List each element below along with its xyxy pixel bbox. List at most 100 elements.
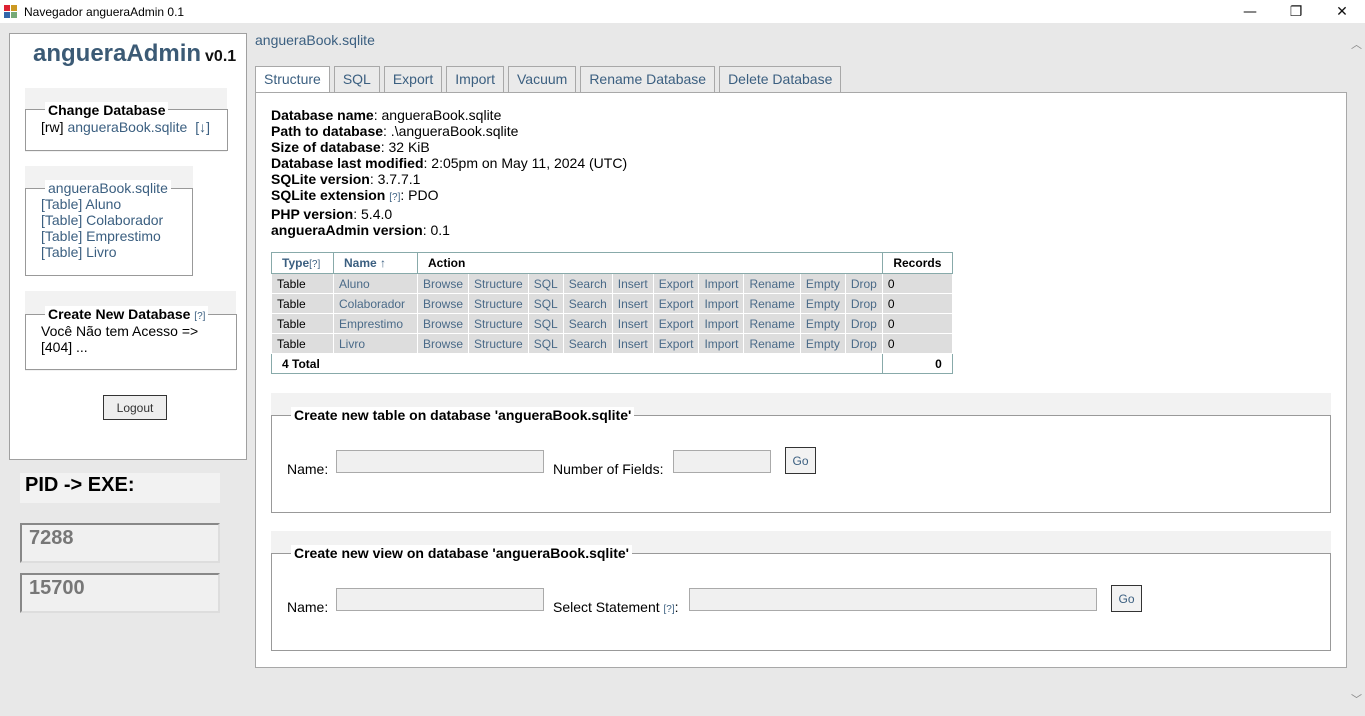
col-header-type[interactable]: Type[?]: [271, 252, 334, 274]
maximize-button[interactable]: ❐: [1273, 0, 1319, 23]
row-action-export-link[interactable]: Export: [652, 293, 700, 314]
tab-import[interactable]: Import: [446, 66, 504, 92]
download-db-link[interactable]: [↓]: [195, 119, 210, 135]
row-action-rename-link[interactable]: Rename: [743, 293, 801, 314]
tables-table: Type[?] Name ↑ Action Records Table Aluno…: [271, 252, 953, 374]
select-statement-help-link[interactable]: [?]: [664, 604, 675, 615]
row-action-rename-link[interactable]: Rename: [743, 273, 801, 294]
table-row: Table Aluno Browse Structure SQL Search Insert…: [271, 273, 953, 294]
total-records: 0: [881, 353, 953, 374]
row-action-export-link[interactable]: Export: [652, 313, 700, 334]
tab-rename-database[interactable]: Rename Database: [580, 66, 716, 92]
main-panel: Database name: angueraBook.sqlite Path t…: [255, 92, 1347, 668]
row-action-sql-link[interactable]: SQL: [527, 313, 564, 334]
row-action-empty-link[interactable]: Empty: [799, 333, 846, 354]
row-action-drop-link[interactable]: Drop: [844, 333, 883, 354]
create-view-go-button[interactable]: Go: [1111, 585, 1142, 612]
row-action-empty-link[interactable]: Empty: [799, 273, 846, 294]
info-anguera-version: angueraAdmin version: 0.1: [271, 222, 450, 238]
row-action-empty-link[interactable]: Empty: [799, 293, 846, 314]
create-view-name-input[interactable]: [336, 588, 544, 611]
row-action-search-link[interactable]: Search: [562, 313, 613, 334]
tab-delete-database[interactable]: Delete Database: [719, 66, 842, 92]
table-link-emprestimo[interactable]: [Table] Emprestimo: [41, 228, 163, 244]
create-view-name-label: Name:: [287, 599, 329, 615]
app-icon: [4, 4, 18, 19]
row-action-browse-link[interactable]: Browse: [416, 293, 470, 314]
pid-value-1: 7288: [20, 523, 220, 563]
sqlite-extension-help-link[interactable]: [?]: [389, 192, 400, 203]
row-action-structure-link[interactable]: Structure: [468, 273, 529, 294]
row-name-link[interactable]: Aluno: [333, 273, 418, 294]
tab-sql[interactable]: SQL: [333, 66, 380, 92]
scroll-down-icon[interactable]: ﹀: [1348, 690, 1365, 707]
row-action-export-link[interactable]: Export: [652, 273, 700, 294]
tables-db-link[interactable]: angueraBook.sqlite: [45, 180, 171, 196]
row-action-insert-link[interactable]: Insert: [611, 313, 654, 334]
row-name-link[interactable]: Colaborador: [333, 293, 418, 314]
create-table-section: Create new table on database 'angueraBoo…: [271, 393, 1331, 513]
row-action-browse-link[interactable]: Browse: [416, 273, 470, 294]
row-action-drop-link[interactable]: Drop: [844, 293, 883, 314]
row-type: Table: [271, 293, 334, 314]
row-name-link[interactable]: Livro: [333, 333, 418, 354]
logout-button[interactable]: Logout: [103, 395, 167, 420]
row-action-import-link[interactable]: Import: [698, 313, 745, 334]
row-action-browse-link[interactable]: Browse: [416, 313, 470, 334]
table-row: Table Colaborador Browse Structure SQL Search…: [271, 293, 953, 314]
create-db-box: Você Não tem Acesso => [404] ...: [25, 314, 237, 370]
row-action-search-link[interactable]: Search: [562, 293, 613, 314]
row-action-browse-link[interactable]: Browse: [416, 333, 470, 354]
logo-version: v0.1: [205, 48, 237, 65]
table-link-aluno[interactable]: [Table] Aluno: [41, 196, 163, 212]
db-select-link[interactable]: angueraBook.sqlite: [67, 119, 187, 135]
row-action-sql-link[interactable]: SQL: [527, 293, 564, 314]
info-sqlite-version: SQLite version: 3.7.7.1: [271, 171, 421, 187]
row-action-insert-link[interactable]: Insert: [611, 333, 654, 354]
db-mode: [rw]: [41, 119, 64, 135]
create-table-go-button[interactable]: Go: [785, 447, 816, 474]
row-action-search-link[interactable]: Search: [562, 333, 613, 354]
row-action-drop-link[interactable]: Drop: [844, 313, 883, 334]
select-statement-input[interactable]: [689, 588, 1097, 611]
minimize-button[interactable]: —: [1227, 0, 1273, 23]
create-db-line2: [404] ...: [41, 339, 88, 355]
tab-structure[interactable]: Structure: [255, 66, 330, 93]
row-action-structure-link[interactable]: Structure: [468, 293, 529, 314]
number-of-fields-label: Number of Fields:: [553, 461, 664, 477]
create-db-help-link[interactable]: [?]: [194, 311, 205, 322]
row-action-import-link[interactable]: Import: [698, 293, 745, 314]
row-action-sql-link[interactable]: SQL: [527, 333, 564, 354]
row-action-drop-link[interactable]: Drop: [844, 273, 883, 294]
table-total-row: 4 Total 0: [271, 353, 953, 374]
row-action-empty-link[interactable]: Empty: [799, 313, 846, 334]
number-of-fields-input[interactable]: [673, 450, 771, 473]
create-view-legend: Create new view on database 'angueraBook…: [291, 545, 632, 561]
row-action-search-link[interactable]: Search: [562, 273, 613, 294]
row-action-insert-link[interactable]: Insert: [611, 293, 654, 314]
table-link-colaborador[interactable]: [Table] Colaborador: [41, 212, 163, 228]
row-action-import-link[interactable]: Import: [698, 273, 745, 294]
select-statement-label: Select Statement [?]:: [553, 599, 679, 615]
row-action-structure-link[interactable]: Structure: [468, 333, 529, 354]
create-db-legend: Create New Database [?]: [45, 306, 209, 322]
table-link-livro[interactable]: [Table] Livro: [41, 244, 163, 260]
info-db-name: Database name: angueraBook.sqlite: [271, 107, 502, 123]
col-header-name[interactable]: Name ↑: [333, 252, 418, 274]
row-action-rename-link[interactable]: Rename: [743, 333, 801, 354]
scroll-up-icon[interactable]: ︿: [1348, 35, 1365, 52]
close-button[interactable]: ✕: [1319, 0, 1365, 23]
row-action-structure-link[interactable]: Structure: [468, 313, 529, 334]
row-action-import-link[interactable]: Import: [698, 333, 745, 354]
tab-vacuum[interactable]: Vacuum: [507, 66, 577, 92]
row-action-sql-link[interactable]: SQL: [527, 273, 564, 294]
db-title-link[interactable]: angueraBook.sqlite: [255, 32, 375, 48]
tab-export[interactable]: Export: [383, 66, 443, 92]
row-action-export-link[interactable]: Export: [652, 333, 700, 354]
row-action-rename-link[interactable]: Rename: [743, 313, 801, 334]
row-action-insert-link[interactable]: Insert: [611, 273, 654, 294]
window-controls: — ❐ ✕: [1227, 0, 1365, 23]
create-table-name-input[interactable]: [336, 450, 544, 473]
logo[interactable]: angueraAdmin v0.1: [33, 40, 236, 68]
row-name-link[interactable]: Emprestimo: [333, 313, 418, 334]
